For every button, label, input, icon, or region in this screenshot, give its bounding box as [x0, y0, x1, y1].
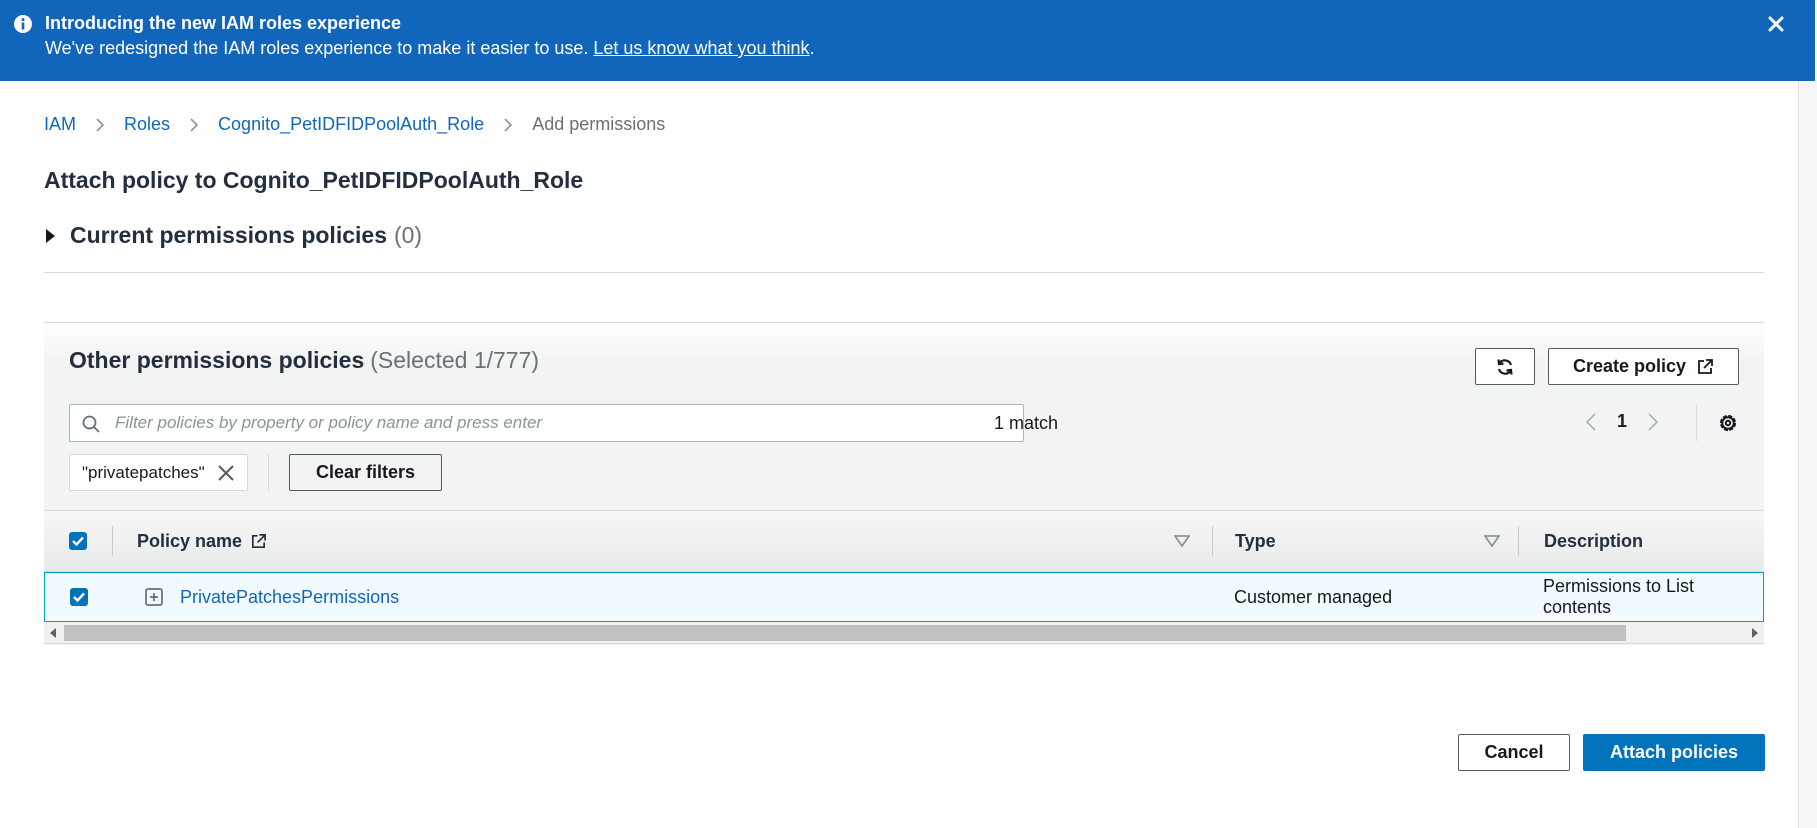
policy-type-cell: Customer managed	[1234, 586, 1393, 607]
current-permissions-count: (0)	[393, 222, 423, 248]
create-policy-button[interactable]: Create policy	[1548, 348, 1739, 385]
checkmark-icon	[73, 592, 85, 603]
breadcrumb-iam[interactable]: IAM	[44, 114, 76, 135]
expand-icon[interactable]	[145, 588, 163, 606]
external-link-icon	[252, 533, 267, 548]
other-permissions-title: Other permissions policies (Selected 1/77…	[69, 347, 539, 374]
select-all-checkbox[interactable]	[69, 532, 87, 550]
feedback-link[interactable]: Let us know what you think	[593, 38, 809, 58]
policy-name-cell: PrivatePatchesPermissions	[145, 573, 399, 621]
select-all-cell	[69, 511, 87, 571]
table-header: Policy name Type Description	[44, 510, 1764, 572]
remove-filter-icon[interactable]	[217, 464, 235, 482]
column-type[interactable]: Type	[1235, 511, 1276, 571]
chevron-right-icon[interactable]	[1647, 412, 1659, 432]
page-vertical-scrollbar[interactable]	[1798, 0, 1817, 828]
other-permissions-label: Other permissions policies	[69, 347, 365, 373]
search-input[interactable]	[113, 405, 1013, 441]
policy-name-link[interactable]: PrivatePatchesPermissions	[180, 587, 399, 608]
info-banner: Introducing the new IAM roles experience…	[0, 0, 1815, 81]
banner-text: We've redesigned the IAM roles experienc…	[45, 38, 815, 59]
column-divider	[1518, 526, 1519, 556]
clear-filters-button[interactable]: Clear filters	[289, 454, 442, 491]
breadcrumb-role[interactable]: Cognito_PetIDFIDPoolAuth_Role	[218, 114, 484, 135]
caret-right-icon	[46, 228, 55, 243]
filter-token: "privatepatches"	[69, 454, 248, 491]
filter-divider	[268, 454, 269, 491]
current-permissions-label: Current permissions policies	[70, 222, 387, 248]
policy-name-header: Policy name	[137, 530, 243, 551]
table-row[interactable]: PrivatePatchesPermissions Customer manag…	[44, 572, 1764, 622]
checkmark-icon	[72, 536, 84, 547]
row-select-cell	[70, 573, 88, 621]
banner-message: We've redesigned the IAM roles experienc…	[45, 38, 594, 58]
column-divider	[1212, 526, 1213, 556]
pager-divider	[1696, 405, 1697, 441]
info-icon	[14, 15, 32, 33]
filter-token-label: "privatepatches"	[82, 462, 205, 482]
close-icon[interactable]	[1767, 15, 1785, 33]
refresh-button[interactable]	[1475, 348, 1535, 385]
chevron-right-icon	[190, 117, 199, 132]
policy-description-cell: Permissions to List contents	[1543, 576, 1695, 617]
breadcrumb: IAM Roles Cognito_PetIDFIDPoolAuth_Role …	[44, 114, 665, 135]
create-policy-label: Create policy	[1572, 356, 1687, 376]
current-permissions-toggle[interactable]: Current permissions policies (0)	[44, 222, 422, 249]
row-checkbox[interactable]	[70, 588, 88, 606]
sort-triangle-icon[interactable]	[1174, 535, 1190, 547]
other-permissions-panel: Other permissions policies (Selected 1/77…	[44, 322, 1764, 645]
section-divider	[44, 272, 1764, 273]
scroll-left-icon[interactable]	[50, 628, 56, 638]
scroll-right-icon[interactable]	[1752, 628, 1758, 638]
chevron-right-icon	[96, 117, 105, 132]
match-count: 1 match	[994, 413, 1059, 433]
column-divider	[112, 526, 113, 556]
chevron-left-icon[interactable]	[1585, 412, 1597, 432]
chevron-right-icon	[504, 117, 513, 132]
breadcrumb-roles[interactable]: Roles	[124, 114, 170, 135]
banner-title: Introducing the new IAM roles experience	[45, 13, 402, 33]
page-title: Attach policy to Cognito_PetIDFIDPoolAut…	[44, 167, 584, 193]
banner-period: .	[809, 38, 815, 58]
scrollbar-thumb[interactable]	[64, 625, 1626, 641]
selected-count: (Selected 1/777)	[370, 347, 540, 373]
external-link-icon	[1698, 358, 1713, 374]
search-icon	[82, 415, 100, 433]
page-number[interactable]: 1	[1617, 411, 1627, 432]
gear-icon[interactable]	[1717, 412, 1739, 434]
column-description[interactable]: Description	[1544, 511, 1643, 571]
attach-policies-button[interactable]: Attach policies	[1583, 734, 1765, 771]
horizontal-scrollbar[interactable]	[44, 622, 1764, 644]
policy-search-field[interactable]	[69, 404, 1024, 442]
column-policy-name[interactable]: Policy name	[137, 511, 267, 571]
refresh-icon	[1497, 358, 1513, 375]
cancel-button[interactable]: Cancel	[1458, 734, 1570, 771]
breadcrumb-current: Add permissions	[532, 114, 666, 134]
pagination: 1	[1585, 411, 1659, 432]
sort-triangle-icon[interactable]	[1484, 535, 1500, 547]
